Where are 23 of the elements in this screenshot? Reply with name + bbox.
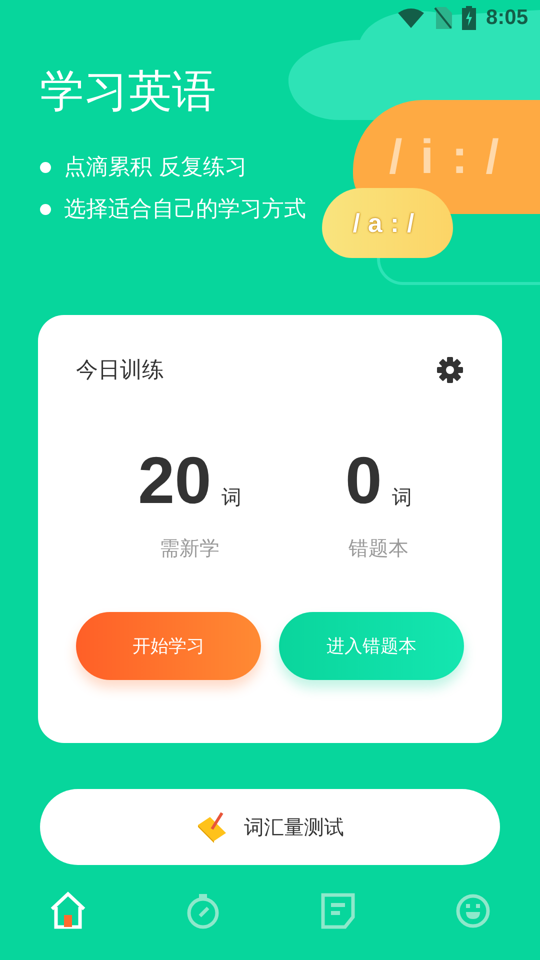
- stat-unit: 词: [221, 484, 242, 511]
- stat-number: 0: [345, 445, 382, 515]
- bullet-text: 点滴累积 反复练习: [64, 154, 247, 182]
- bullet-dot: [40, 204, 51, 214]
- page-title: 学习英语: [40, 65, 217, 119]
- stat-unit: 词: [392, 484, 412, 511]
- vocab-test-button[interactable]: 词汇量测试: [40, 789, 500, 865]
- no-sim-icon: [434, 7, 452, 29]
- stat-number: 20: [138, 445, 212, 515]
- card-title: 今日训练: [76, 357, 164, 385]
- bullet-text: 选择适合自己的学习方式: [64, 196, 306, 224]
- notebook-pencil-icon: [196, 811, 228, 843]
- battery-icon: [462, 6, 476, 30]
- stat-label: 需新学: [160, 535, 220, 562]
- status-time: 8:05: [486, 6, 528, 30]
- wifi-icon: [398, 8, 424, 28]
- mistakes-button[interactable]: 进入错题本: [279, 612, 464, 680]
- phonetic-text: /a:/: [352, 208, 422, 238]
- stat-label: 错题本: [348, 535, 409, 562]
- start-button[interactable]: 开始学习: [76, 612, 261, 680]
- bullet-dot: [40, 162, 51, 172]
- settings-icon[interactable]: [436, 356, 464, 384]
- phonetic-text: /i:/: [389, 130, 517, 184]
